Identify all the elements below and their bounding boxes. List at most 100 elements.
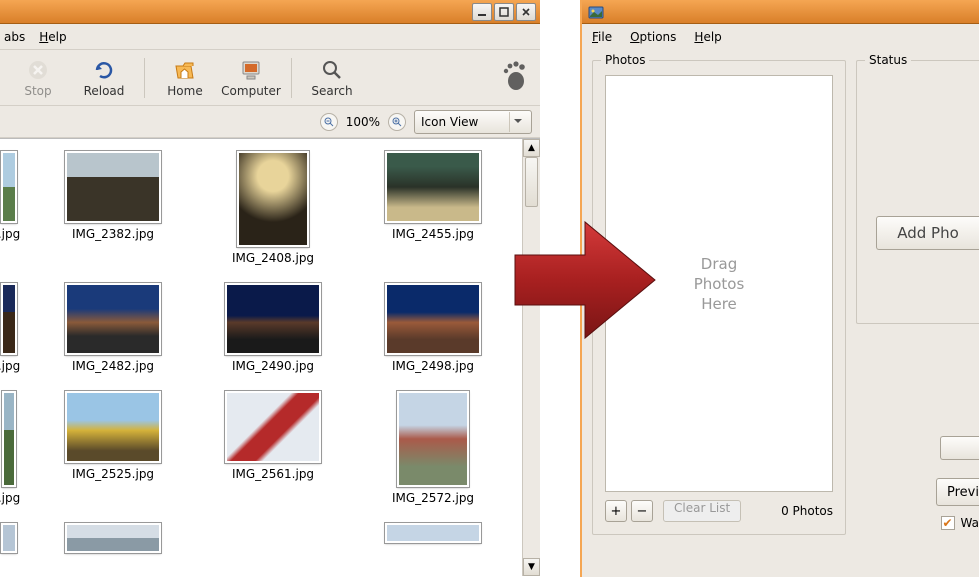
file-item[interactable]: IMG_2382.jpg [48,151,178,265]
search-icon [320,58,344,82]
view-mode-label: Icon View [421,115,478,129]
file-item[interactable]: IMG_2482.jpg [48,283,178,373]
file-item[interactable]: IMG_2572.jpg [368,391,498,505]
file-item[interactable]: IMG_2561.jpg [208,391,338,505]
computer-label: Computer [221,84,281,98]
menubar: File Options Help [582,24,979,50]
thumbnail [65,391,161,463]
photos-panel-title: Photos [601,53,649,67]
photos-toolbar: + − Clear List 0 Photos [605,498,833,524]
close-button[interactable] [516,3,536,21]
search-button[interactable]: Search [302,54,362,102]
file-item[interactable]: IMG_2455.jpg [368,151,498,265]
computer-icon [239,58,263,82]
vertical-scrollbar[interactable]: ▲ ▼ [522,139,540,576]
view-mode-selector[interactable]: Icon View [414,110,532,134]
remove-photo-button[interactable]: − [631,500,653,522]
menu-help[interactable]: Help [39,30,66,44]
reload-button[interactable]: Reload [74,54,134,102]
home-icon [173,58,197,82]
add-photo-button[interactable]: + [605,500,627,522]
checkbox[interactable]: ✔ [941,516,955,530]
file-name: IMG_2561.jpg [232,467,314,481]
file-item[interactable]: .jpg [0,151,18,265]
file-icon-view[interactable]: .jpg IMG_2382.jpg IMG_2408.jpg IMG_2455.… [0,139,522,576]
toolbar-separator [144,58,145,98]
toolbar-separator [291,58,292,98]
button-partial[interactable] [940,436,979,460]
drop-hint-text: Drag [701,255,737,273]
add-photos-button[interactable]: Add Pho [876,216,979,250]
file-item[interactable] [368,523,498,553]
file-name: .jpg [0,359,20,373]
status-panel-title: Status [865,53,911,67]
file-item[interactable] [48,523,178,553]
menu-options[interactable]: Options [630,30,676,44]
thumbnail [385,523,481,543]
file-item[interactable]: .jpg [0,283,18,373]
thumbnail [65,283,161,355]
clear-list-button: Clear List [663,500,741,522]
toolbar: Stop Reload Home Computer Search [0,50,540,106]
file-name: IMG_2572.jpg [392,491,474,505]
checkbox-label: Wa [961,516,979,530]
file-item[interactable]: IMG_2490.jpg [208,283,338,373]
drop-hint-text: Here [701,295,737,313]
reload-icon [92,58,116,82]
file-name: IMG_2382.jpg [72,227,154,241]
zoom-in-icon [392,117,402,127]
zoom-out-button[interactable] [320,113,338,131]
maximize-icon [499,7,509,17]
file-name: IMG_2525.jpg [72,467,154,481]
file-name: .jpg [0,227,20,241]
thumbnail [385,283,481,355]
checkbox-row: ✔ Wa [941,516,979,530]
view-options-bar: 100% Icon View [0,106,540,138]
file-name: IMG_2498.jpg [392,359,474,373]
scroll-down-button[interactable]: ▼ [523,558,540,576]
zoom-level: 100% [346,115,380,129]
home-label: Home [167,84,202,98]
stop-icon [26,58,50,82]
preview-button[interactable]: Previ [936,478,979,506]
scroll-thumb[interactable] [525,157,538,207]
window-titlebar [582,0,979,24]
minimize-icon [477,7,487,17]
thumbnail [397,391,469,487]
file-item[interactable]: .jpg [0,391,18,505]
zoom-in-button[interactable] [388,113,406,131]
red-arrow-graphic [510,210,660,353]
thumbnail [385,151,481,223]
gnome-logo-icon [500,61,526,94]
menu-file[interactable]: File [592,30,612,44]
thumbnail [65,523,161,553]
file-item[interactable]: IMG_2525.jpg [48,391,178,505]
close-icon [521,7,531,17]
thumbnail [2,391,16,487]
file-browser-window: abs Help Stop Reload Home Compute [0,0,540,577]
zoom-out-icon [324,117,334,127]
thumbnail [65,151,161,223]
minimize-button[interactable] [472,3,492,21]
app-icon [588,4,604,20]
file-name: IMG_2408.jpg [232,251,314,265]
file-name: .jpg [0,491,20,505]
status-panel: Status [856,60,979,324]
menu-help[interactable]: Help [694,30,721,44]
thumbnail [237,151,309,247]
thumbnail [1,151,17,223]
thumbnail [1,523,17,553]
file-name: IMG_2482.jpg [72,359,154,373]
window-titlebar [0,0,540,24]
computer-button[interactable]: Computer [221,54,281,102]
scroll-up-button[interactable]: ▲ [523,139,540,157]
home-button[interactable]: Home [155,54,215,102]
menu-tabs[interactable]: abs [4,30,25,44]
thumbnail [1,283,17,355]
maximize-button[interactable] [494,3,514,21]
reload-label: Reload [84,84,125,98]
chevron-down-icon [509,112,525,132]
file-item[interactable]: IMG_2498.jpg [368,283,498,373]
file-item[interactable]: IMG_2408.jpg [208,151,338,265]
file-item[interactable] [0,523,18,553]
